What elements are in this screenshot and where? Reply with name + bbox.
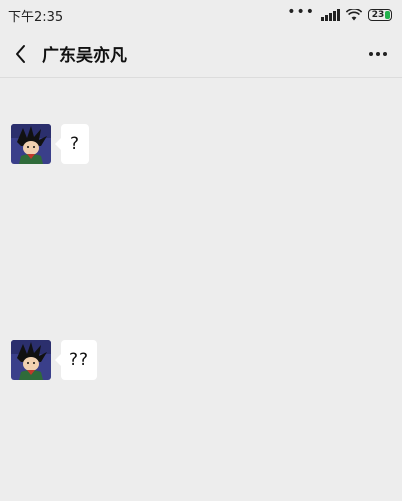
battery-level: 23 [371, 10, 385, 20]
message-text: ?? [69, 350, 90, 370]
message-text: ? [69, 134, 81, 154]
signal-icon [321, 9, 340, 21]
wifi-icon [346, 9, 362, 21]
message-row: ?? [11, 340, 98, 380]
message-bubble[interactable]: ? [55, 124, 89, 164]
status-dots-icon: ••• [287, 4, 315, 20]
status-icons: ••• 23 [287, 4, 392, 21]
more-dot [376, 51, 380, 56]
chat-title: 广东吴亦凡 [42, 46, 127, 66]
chat-header: 广东吴亦凡 [0, 30, 402, 78]
back-button[interactable] [10, 42, 30, 66]
battery-icon: 23 [368, 9, 392, 21]
avatar[interactable] [11, 124, 51, 164]
avatar-image [11, 124, 51, 164]
more-dot [369, 51, 373, 56]
more-dot [383, 51, 387, 56]
message-row: ? [11, 124, 89, 164]
more-button[interactable] [364, 42, 392, 66]
chevron-left-icon [16, 44, 25, 63]
status-time: 下午2:35 [8, 9, 64, 25]
avatar[interactable] [11, 340, 51, 380]
avatar-image [11, 340, 51, 380]
message-bubble[interactable]: ?? [54, 340, 98, 380]
status-bar: 下午2:35 ••• 23 [0, 0, 402, 30]
